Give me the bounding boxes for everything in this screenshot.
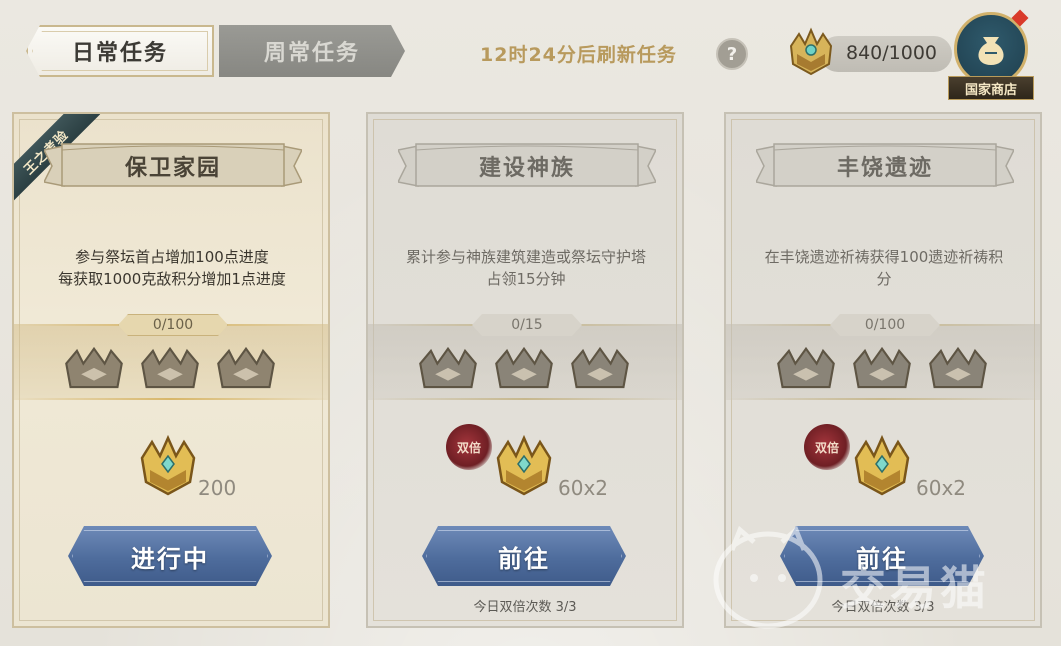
- action-button-label: 前往: [856, 544, 908, 573]
- title-banner: 建设神族: [396, 142, 658, 190]
- daily-double-count: 今日双倍次数 3/3: [473, 600, 577, 615]
- crown-token-icon: [850, 432, 914, 506]
- milestone-crown-icon: [568, 346, 632, 398]
- band-bottom-line: [14, 398, 328, 400]
- reward-amount: 60x2: [916, 476, 967, 500]
- milestone-crown-icon: [926, 346, 990, 398]
- action-button-label: 进行中: [131, 544, 209, 573]
- task-description-line: 累计参与神族建筑建造或祭坛守护塔: [405, 248, 646, 266]
- title-banner: 丰饶遗迹: [754, 142, 1016, 190]
- progress-indicator: 0/100: [830, 314, 940, 336]
- task-card: 丰饶遗迹 在丰饶遗迹祈祷获得100遗迹祈祷积 分 0/100 双倍 60x2 前…: [724, 112, 1042, 628]
- tab-weekly-label: 周常任务: [263, 41, 360, 66]
- tab-daily-tasks[interactable]: 日常任务: [26, 25, 214, 77]
- task-description: 累计参与神族建筑建造或祭坛守护塔 占领15分钟: [378, 246, 674, 290]
- band-bottom-line: [726, 398, 1040, 400]
- task-description-line: 分: [876, 270, 892, 288]
- task-description: 参与祭坛首占增加100点进度 每获取1000克敌积分增加1点进度: [24, 246, 320, 290]
- shop-label: 国家商店: [948, 76, 1034, 100]
- task-title: 保卫家园: [124, 156, 221, 181]
- double-reward-badge: 双倍: [446, 424, 492, 470]
- in-progress-button[interactable]: 进行中: [68, 526, 272, 586]
- band-bottom-line: [368, 398, 682, 400]
- milestone-crown-icon: [850, 346, 914, 398]
- refresh-timer-text: 12时24分后刷新任务: [480, 44, 677, 66]
- crown-token-icon: [492, 432, 556, 506]
- progress-indicator: 0/100: [118, 314, 228, 336]
- milestone-crown-icon: [62, 346, 126, 398]
- task-description-line: 占领15分钟: [486, 270, 566, 288]
- task-title: 建设神族: [478, 156, 575, 181]
- milestone-crown-icon: [138, 346, 202, 398]
- crown-token-icon: [785, 24, 837, 84]
- task-card: 王之考验 保卫家园 参与祭坛首占增加100点进度 每获取1000克敌积分增加1点…: [12, 112, 330, 628]
- task-card: 建设神族 累计参与神族建筑建造或祭坛守护塔 占领15分钟 0/15 双倍 60x…: [366, 112, 684, 628]
- help-icon: ?: [726, 43, 738, 65]
- milestone-crown-icon: [214, 346, 278, 398]
- tab-weekly-tasks[interactable]: 周常任务: [219, 25, 405, 77]
- task-description: 在丰饶遗迹祈祷获得100遗迹祈祷积 分: [736, 246, 1032, 290]
- currency-value: 840/1000: [846, 42, 938, 64]
- daily-double-count: 今日双倍次数 3/3: [831, 600, 935, 615]
- crown-token-icon: [136, 432, 200, 506]
- double-reward-badge: 双倍: [804, 424, 850, 470]
- title-banner: 保卫家园: [42, 142, 304, 190]
- progress-indicator: 0/15: [472, 314, 582, 336]
- milestone-crown-icon: [774, 346, 838, 398]
- milestone-crown-icon: [416, 346, 480, 398]
- go-button[interactable]: 前往: [422, 526, 626, 586]
- reward-amount: 60x2: [558, 476, 609, 500]
- tab-daily-label: 日常任务: [71, 41, 168, 66]
- task-description-line: 在丰饶遗迹祈祷获得100遗迹祈祷积: [764, 248, 1004, 266]
- task-description-line: 参与祭坛首占增加100点进度: [75, 248, 269, 266]
- reward-amount: 200: [198, 476, 237, 500]
- milestone-crown-icon: [492, 346, 556, 398]
- action-button-label: 前往: [498, 544, 550, 573]
- task-title: 丰饶遗迹: [836, 156, 933, 181]
- task-description-line: 每获取1000克敌积分增加1点进度: [58, 270, 286, 288]
- help-button[interactable]: ?: [716, 38, 748, 70]
- national-shop-button[interactable]: 国家商店: [946, 9, 1036, 100]
- go-button[interactable]: 前往: [780, 526, 984, 586]
